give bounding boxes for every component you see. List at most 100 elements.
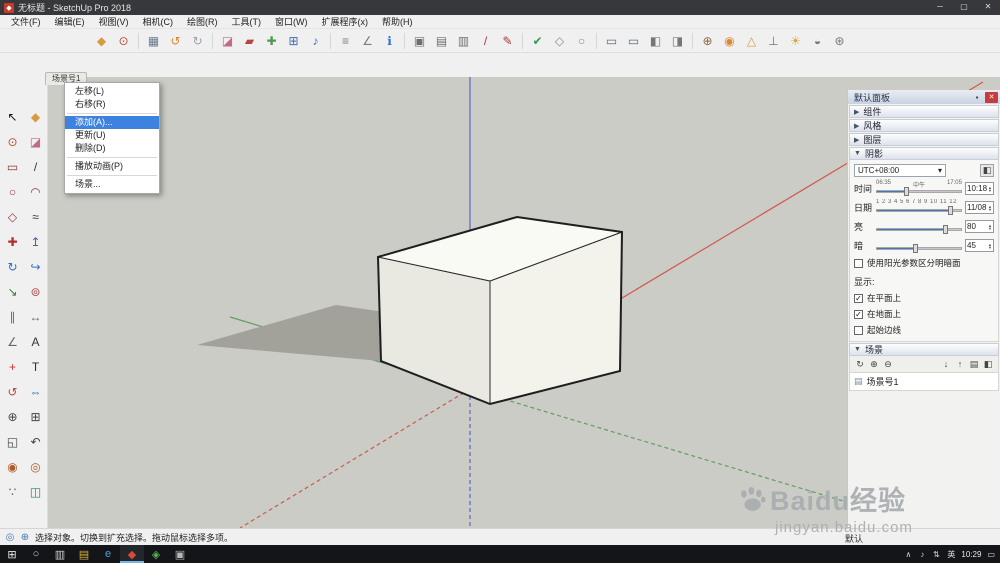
maximize-button[interactable]: ▢ xyxy=(952,0,976,15)
panel-close-button[interactable]: ✕ xyxy=(985,91,998,103)
menu-file[interactable]: 文件(F) xyxy=(4,15,48,28)
time-spinner[interactable]: ▲ ▼ xyxy=(988,185,992,192)
offset-tool-icon[interactable]: ⊚ xyxy=(26,282,45,301)
section-layers[interactable]: ▶ 图层 xyxy=(849,133,999,146)
previous-view-tool-icon[interactable]: ↶ xyxy=(26,432,45,451)
walk-icon[interactable]: ⊥ xyxy=(764,31,783,50)
look-around-icon[interactable]: ◉ xyxy=(720,31,739,50)
start-button[interactable]: ⊞ xyxy=(0,545,24,563)
follow-me-tool-icon[interactable]: ↪ xyxy=(26,257,45,276)
solid-tool-icon-1[interactable]: ◇ xyxy=(550,31,569,50)
zoom-window-tool-icon[interactable]: ⊞ xyxy=(26,407,45,426)
rotate-tool-icon[interactable]: ↻ xyxy=(3,257,22,276)
close-button[interactable]: ✕ xyxy=(976,0,1000,15)
scene-move-down-icon[interactable]: ↓ xyxy=(940,358,952,370)
menu-help[interactable]: 帮助(H) xyxy=(375,15,420,28)
view-icon-2[interactable]: ▭ xyxy=(624,31,643,50)
network-icon[interactable]: ⇅ xyxy=(931,550,941,559)
undo-icon[interactable]: ↺ xyxy=(166,31,185,50)
light-input[interactable]: 80 ▲ ▼ xyxy=(965,220,994,233)
checkbox-on-faces[interactable]: ✓ xyxy=(854,293,863,303)
scene-list-item[interactable]: ▤ 场景号1 xyxy=(849,373,999,391)
volume-icon[interactable]: ♪ xyxy=(917,550,927,559)
search-icon[interactable]: ○ xyxy=(24,545,48,563)
menu-item-add[interactable]: 添加(A)... xyxy=(65,116,159,129)
menu-item-update[interactable]: 更新(U) xyxy=(65,129,159,142)
slash-tool-icon[interactable]: / xyxy=(476,31,495,50)
scale-tool-icon[interactable]: ↘ xyxy=(3,282,22,301)
notification-center-icon[interactable]: ▭ xyxy=(987,550,995,559)
view-icon-1[interactable]: ▭ xyxy=(602,31,621,50)
walk-tool-icon[interactable]: ∵ xyxy=(3,482,22,501)
paint-icon[interactable]: ▰ xyxy=(240,31,259,50)
pan-tool-icon[interactable]: ⇔ xyxy=(26,382,45,401)
freehand-tool-icon[interactable]: ≈ xyxy=(26,207,45,226)
dark-slider[interactable] xyxy=(876,238,962,253)
menu-item-play-animation[interactable]: 播放动画(P) xyxy=(65,160,159,173)
audio-icon[interactable]: ♪ xyxy=(306,31,325,50)
set-square-icon[interactable]: △ xyxy=(742,31,761,50)
time-input[interactable]: 10:18 ▲ ▼ xyxy=(965,182,994,195)
time-slider-thumb[interactable] xyxy=(904,187,910,196)
scene-add-icon[interactable]: ⊕ xyxy=(868,358,880,370)
light-slider[interactable] xyxy=(876,219,962,234)
scene-options-icon[interactable]: ◧ xyxy=(982,358,994,370)
date-slider[interactable]: 1 2 3 4 5 6 7 8 9 10 11 12 xyxy=(876,199,962,215)
menu-item-scenes[interactable]: 场景... xyxy=(65,178,159,191)
paint-bucket-icon[interactable]: ⊙ xyxy=(114,31,133,50)
taskbar-clock[interactable]: 10:29 xyxy=(961,550,981,559)
make-component-icon[interactable]: ◆ xyxy=(92,31,111,50)
timezone-select[interactable]: UTC+08:00 ▾ xyxy=(854,164,946,177)
section-plane-tool-icon[interactable]: ◫ xyxy=(26,482,45,501)
pencil-tool-icon[interactable]: ✎ xyxy=(498,31,517,50)
tape-measure-tool-icon[interactable]: ∥ xyxy=(3,307,22,326)
model-info-icon[interactable]: ℹ xyxy=(380,31,399,50)
orbit-tool-icon[interactable]: ↺ xyxy=(3,382,22,401)
tape-measure-icon[interactable]: ≡ xyxy=(336,31,355,50)
solid-tool-icon-2[interactable]: ○ xyxy=(572,31,591,50)
redo-icon[interactable]: ↻ xyxy=(188,31,207,50)
paint-tool-icon[interactable]: ⊙ xyxy=(3,132,22,151)
tray-default-label[interactable]: 默认 xyxy=(845,532,863,545)
protractor-tool-icon[interactable]: ∠ xyxy=(3,332,22,351)
position-camera-icon[interactable]: ⊕ xyxy=(698,31,717,50)
text-tool-icon[interactable]: A xyxy=(26,332,45,351)
dimension-tool-icon[interactable]: ↔ xyxy=(26,307,45,326)
arc-tool-icon[interactable]: ◠ xyxy=(26,182,45,201)
print-icon[interactable]: ▦ xyxy=(144,31,163,50)
file-explorer-button[interactable]: ▤ xyxy=(72,545,96,563)
toggle-shadows-button[interactable]: ◧ xyxy=(980,164,994,177)
light-spinner[interactable]: ▲ ▼ xyxy=(988,223,992,230)
push-pull-tool-icon[interactable]: ↥ xyxy=(26,232,45,251)
app-button-2[interactable]: ▣ xyxy=(168,545,192,563)
photo-texture-icon[interactable]: ⊞ xyxy=(284,31,303,50)
zoom-tool-icon[interactable]: ⊕ xyxy=(3,407,22,426)
task-view-button[interactable]: ▥ xyxy=(48,545,72,563)
section-shadows[interactable]: ▼ 阴影 xyxy=(849,147,999,160)
scene-details-icon[interactable]: ▤ xyxy=(968,358,980,370)
eraser-tool-icon[interactable]: ◪ xyxy=(26,132,45,151)
date-spinner[interactable]: ▲ ▼ xyxy=(988,204,992,211)
dark-spinner[interactable]: ▲ ▼ xyxy=(988,242,992,249)
scene-remove-icon[interactable]: ⊖ xyxy=(882,358,894,370)
menu-view[interactable]: 视图(V) xyxy=(92,15,136,28)
look-around-tool-icon[interactable]: ◎ xyxy=(26,457,45,476)
edge-browser-button[interactable]: e xyxy=(96,545,120,563)
section-components[interactable]: ▶ 组件 xyxy=(849,105,999,118)
eraser-icon[interactable]: ◪ xyxy=(218,31,237,50)
checkbox-on-ground[interactable]: ✓ xyxy=(854,309,863,319)
axes-tool-icon[interactable]: + xyxy=(3,357,22,376)
light-slider-thumb[interactable] xyxy=(942,225,948,234)
dark-slider-thumb[interactable] xyxy=(912,244,918,253)
geolocation-icon[interactable]: ◎ xyxy=(4,531,16,543)
ime-indicator[interactable]: 英 xyxy=(947,549,955,560)
checkbox-from-edges[interactable] xyxy=(854,325,863,335)
menu-item-move-left[interactable]: 左移(L) xyxy=(65,85,159,98)
circle-tool-icon[interactable]: ○ xyxy=(3,182,22,201)
section-scenes[interactable]: ▼ 场景 xyxy=(849,343,999,356)
style-icon-1[interactable]: ◧ xyxy=(646,31,665,50)
menu-item-move-right[interactable]: 右移(R) xyxy=(65,98,159,111)
section-plane-icon[interactable]: ◒ xyxy=(808,31,827,50)
select-tool-icon[interactable]: ↖ xyxy=(3,107,22,126)
menu-draw[interactable]: 绘图(R) xyxy=(180,15,225,28)
